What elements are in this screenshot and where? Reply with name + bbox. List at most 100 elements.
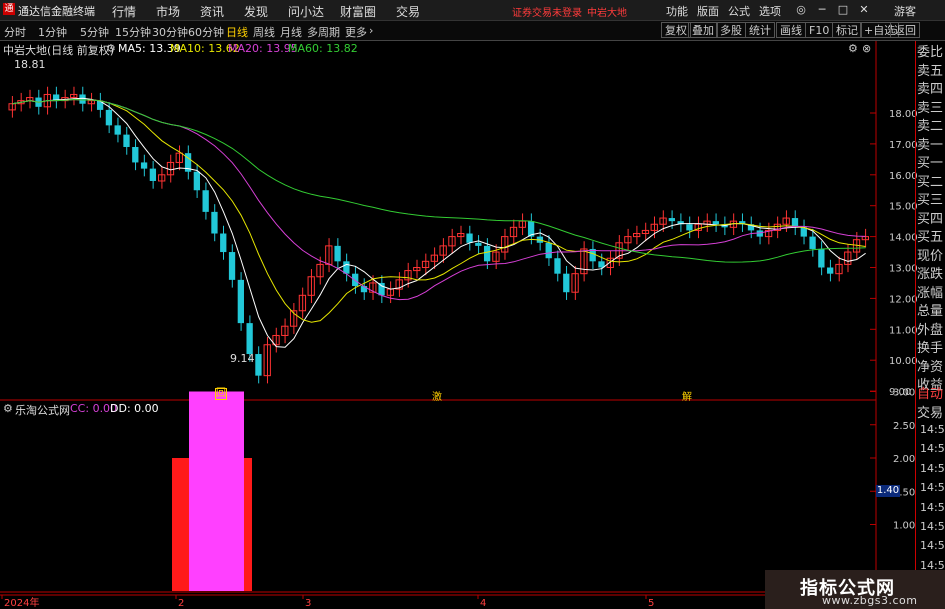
quote-label-14: 总量 <box>917 304 944 319</box>
candle-body <box>255 354 262 376</box>
price-tick-5: 13.00 <box>889 264 918 275</box>
candle-body <box>114 125 121 135</box>
candle-body <box>237 279 244 324</box>
event-marker-2[interactable]: 激 <box>432 388 442 403</box>
moving-average-lines <box>12 97 866 348</box>
quote-label-9: 买四 <box>917 211 944 227</box>
candle-body <box>668 218 675 222</box>
candle-body <box>563 273 570 293</box>
quote-label-0: 委比 <box>917 45 944 60</box>
trade-labels: 自动 交易 <box>917 385 945 423</box>
candlestick-series <box>8 86 870 384</box>
candle-body <box>202 190 209 212</box>
candle-body <box>228 252 236 280</box>
indicator-tick-4: 1.00 <box>893 521 915 532</box>
indicator-axis: 3.002.502.001.501.00 <box>870 388 915 532</box>
watermark-url: www.zbgs3.com <box>822 594 918 607</box>
tick-time-3: 14:56 <box>920 481 945 495</box>
candle-body <box>545 242 552 259</box>
date-tick-3: 4 <box>480 598 486 609</box>
candle-body <box>132 146 139 163</box>
date-tick-0: 2024年 <box>4 596 39 609</box>
candle-body <box>140 162 148 169</box>
event-marker-1[interactable]: 回 <box>215 388 227 400</box>
indicator-gear-icon[interactable]: ⚙ <box>3 402 13 415</box>
candle-body <box>827 267 834 274</box>
candle-body <box>466 233 473 243</box>
cc-bar <box>189 391 244 591</box>
price-tick-3: 15.00 <box>889 202 918 213</box>
quote-label-7: 买二 <box>917 174 944 190</box>
price-axis: 18.00 17.00 16.00 15.00 14.00 13.00 12.00 11.00… <box>870 109 918 398</box>
candle-body <box>334 245 341 262</box>
candle-body <box>554 258 561 274</box>
trade-label-1[interactable]: 交易 <box>917 404 945 423</box>
ma10-line <box>12 98 866 323</box>
candle-body <box>211 211 218 234</box>
candle-body <box>809 236 816 249</box>
quote-label-8: 买三 <box>917 193 944 208</box>
ma20-line <box>12 98 866 301</box>
quote-label-16: 换手 <box>917 341 944 356</box>
indicator-tick-2: 2.00 <box>893 454 915 465</box>
quote-label-12: 涨跌 <box>917 267 944 282</box>
tick-time-0: 14:55 <box>920 423 945 436</box>
tick-time-2: 14:56 <box>920 461 945 475</box>
quote-label-15: 外盘 <box>917 322 944 338</box>
candle-body <box>818 248 825 268</box>
price-tick-6: 12.00 <box>889 294 918 305</box>
candle-body <box>123 134 130 147</box>
chart-settings-icon[interactable]: ⚙ <box>848 42 858 55</box>
indicator-bars <box>172 391 252 591</box>
quote-label-17: 净资 <box>917 359 944 375</box>
settings-gear-icon[interactable]: ⚙ <box>106 42 116 55</box>
quote-label-2: 卖四 <box>917 82 944 97</box>
price-tick-0: 18.00 <box>889 109 918 120</box>
chart-close-icon[interactable]: ⊗ <box>862 42 871 55</box>
time-axis: 2024年 2 3 4 5 <box>1 595 654 609</box>
candle-body <box>343 261 350 274</box>
tick-time-1: 14:56 <box>920 442 945 456</box>
candle-body <box>79 94 86 104</box>
trade-label-0[interactable]: 自动 <box>917 385 945 404</box>
candle-body <box>686 224 693 231</box>
date-tick-2: 3 <box>305 598 311 609</box>
high-price-label: 18.81 <box>14 58 46 71</box>
tick-time-4: 14:56 <box>920 500 945 514</box>
price-tick-2: 16.00 <box>889 171 918 182</box>
candle-body <box>475 242 482 246</box>
price-tick-1: 17.00 <box>889 140 918 151</box>
chart-canvas[interactable]: 18.00 17.00 16.00 15.00 14.00 13.00 12.00 11.00… <box>0 0 945 609</box>
price-tick-7: 11.00 <box>889 325 918 336</box>
ma5-line <box>12 97 866 348</box>
indicator-tick-1: 2.50 <box>893 421 915 432</box>
candle-body <box>246 323 253 355</box>
quote-label-13: 涨幅 <box>917 285 944 301</box>
price-tick-8: 10.00 <box>889 356 918 367</box>
dd-label: DD: 0.00 <box>110 402 159 415</box>
candle-body <box>149 168 157 181</box>
date-tick-1: 2 <box>178 598 184 609</box>
quote-label-4: 卖二 <box>917 119 944 134</box>
candle-body <box>483 245 491 262</box>
event-marker-3[interactable]: 解 <box>682 388 692 403</box>
quote-label-10: 买五 <box>917 230 944 245</box>
quote-label-3: 卖三 <box>917 100 944 116</box>
candle-body <box>105 109 113 126</box>
tick-time-6: 14:56 <box>920 539 945 553</box>
quote-labels: 委比 卖五 卖四 卖三 卖二 卖一 买一 买二 买三 买四 买五 现价 涨跌 涨幅 总量 外盘 换手 净资 收益 <box>917 44 945 396</box>
price-tick-4: 14.00 <box>889 233 918 244</box>
current-value-badge: 1.40 <box>876 485 900 497</box>
quote-label-11: 现价 <box>917 248 944 264</box>
quote-label-1: 卖五 <box>917 63 944 79</box>
indicator-title: 乐淘公式网 <box>15 404 70 417</box>
candle-body <box>378 282 385 296</box>
chart-title: 中岩大地(日线 前复权) <box>3 44 115 57</box>
candle-body <box>193 171 201 191</box>
ma60-label: MA60: 13.82 <box>288 42 358 55</box>
low-price-label: 9.14 <box>230 352 255 365</box>
quote-label-5: 卖一 <box>917 137 944 153</box>
indicator-tick-0: 3.00 <box>893 388 915 399</box>
candle-body <box>712 221 719 225</box>
candle-body <box>220 233 227 253</box>
